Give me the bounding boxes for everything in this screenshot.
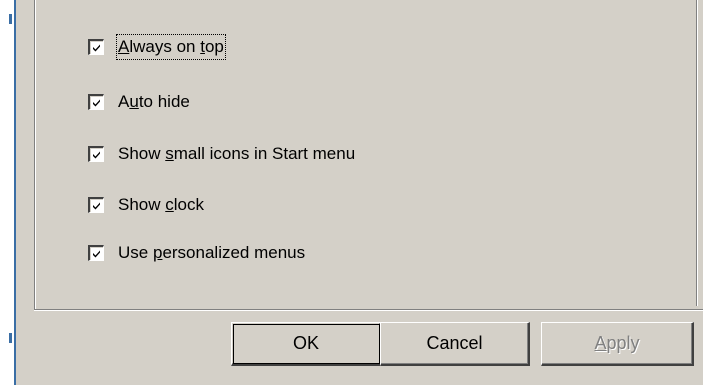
- always-on-top-label: Always on top: [116, 34, 226, 60]
- cancel-button[interactable]: Cancel: [380, 322, 530, 366]
- checkmark-icon: [93, 99, 100, 107]
- checkmark-icon: [93, 44, 100, 52]
- always-on-top-checkbox[interactable]: [88, 39, 104, 55]
- small-icons-option[interactable]: Show small icons in Start menu: [88, 143, 355, 165]
- small-icons-label: Show small icons in Start menu: [118, 144, 356, 163]
- apply-button[interactable]: Apply: [541, 322, 694, 366]
- personalized-menus-checkbox[interactable]: [88, 245, 104, 261]
- edge-marker: [9, 14, 12, 24]
- always-on-top-option[interactable]: Always on top: [88, 34, 226, 60]
- show-clock-checkbox[interactable]: [88, 197, 104, 213]
- personalized-menus-label: Use personalized menus: [118, 243, 306, 262]
- window-right-edge: [696, 0, 703, 306]
- auto-hide-option[interactable]: Auto hide: [88, 91, 190, 113]
- personalized-menus-option[interactable]: Use personalized menus: [88, 242, 305, 264]
- checkmark-icon: [93, 250, 100, 258]
- checkmark-icon: [93, 151, 100, 159]
- small-icons-checkbox[interactable]: [88, 146, 104, 162]
- auto-hide-checkbox[interactable]: [88, 94, 104, 110]
- checkmark-icon: [93, 202, 100, 210]
- auto-hide-label: Auto hide: [118, 92, 190, 111]
- show-clock-label: Show clock: [118, 195, 204, 214]
- window-left-edge: [0, 0, 16, 385]
- edge-marker: [9, 333, 12, 343]
- apply-label: pply: [606, 333, 640, 353]
- apply-mnemonic: A: [594, 333, 607, 353]
- ok-button[interactable]: OK: [231, 322, 382, 366]
- show-clock-option[interactable]: Show clock: [88, 194, 204, 216]
